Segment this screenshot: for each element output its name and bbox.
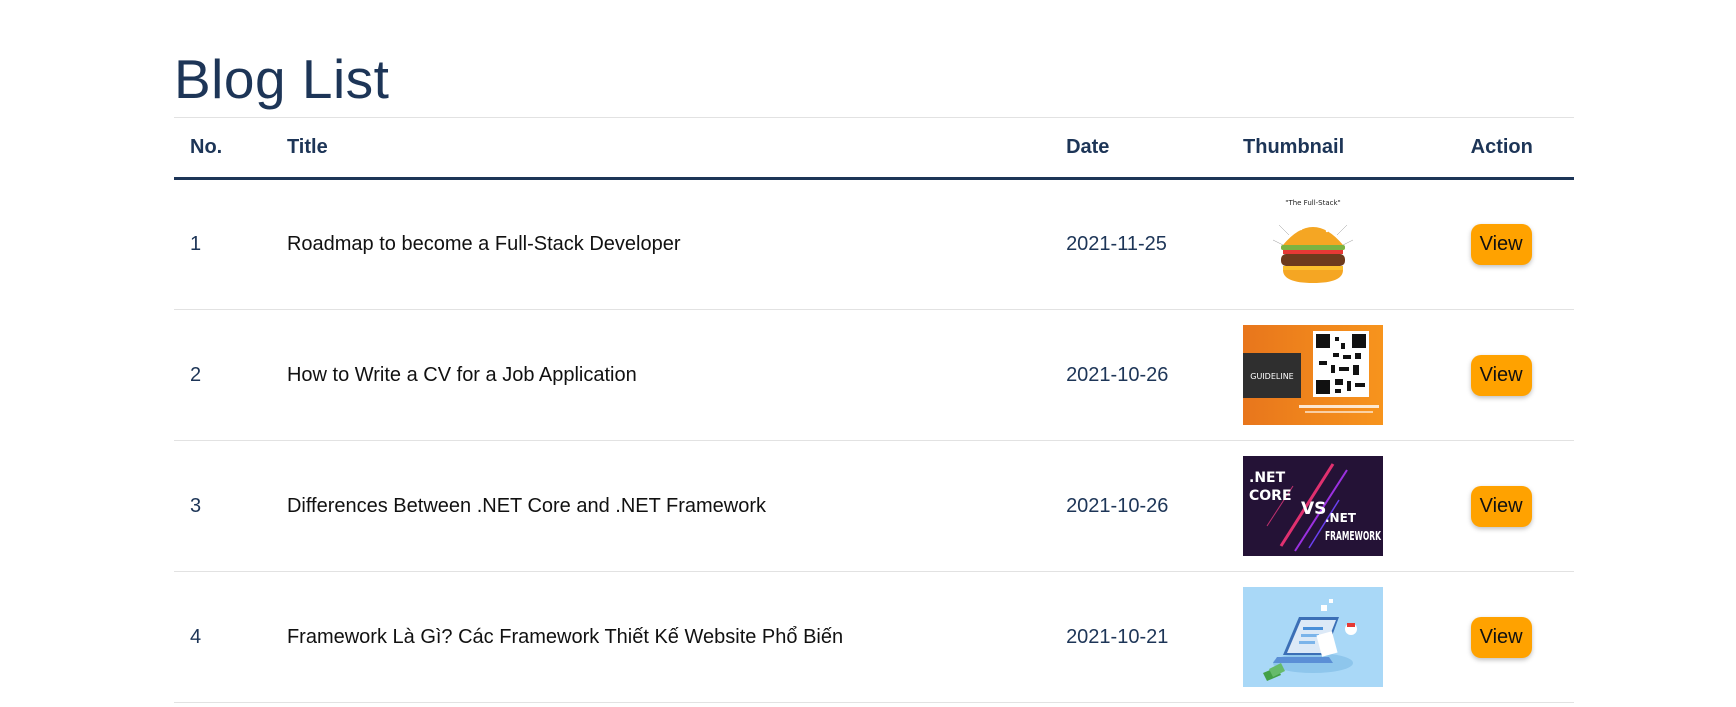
page-title: Blog List	[174, 48, 390, 110]
table-row: 4 Framework Là Gì? Các Framework Thiết K…	[174, 572, 1574, 703]
row-thumbnail-cell: GUIDELINE	[1243, 310, 1471, 441]
row-number: 2	[190, 363, 202, 386]
header-thumbnail: Thumbnail	[1243, 136, 1345, 158]
table-body: 1 Roadmap to become a Full-Stack Develop…	[174, 179, 1574, 703]
row-title: Framework Là Gì? Các Framework Thiết Kế …	[286, 625, 844, 648]
view-button[interactable]: View	[1470, 616, 1532, 658]
row-title: Differences Between .NET Core and .NET F…	[286, 494, 767, 517]
thumbnail-line4: FRAMEWORK	[1325, 529, 1381, 543]
row-action-cell: View	[1470, 310, 1574, 441]
table-row: 3 Differences Between .NET Core and .NET…	[174, 441, 1574, 572]
thumbnail-label: GUIDELINE	[1250, 372, 1293, 381]
thumbnail-laptop-illustration	[1243, 587, 1384, 687]
table-row: 1 Roadmap to become a Full-Stack Develop…	[174, 179, 1574, 310]
row-date: 2021-10-26	[1066, 363, 1169, 386]
header-no: No.	[190, 136, 223, 158]
thumbnail-caption: "The Full-Stack"	[1285, 199, 1341, 207]
row-thumbnail-cell: "The Full-Stack"	[1243, 179, 1471, 310]
thumbnail-line1: .NET	[1249, 470, 1286, 486]
thumbnail-burger-image: "The Full-Stack"	[1243, 194, 1384, 295]
thumbnail-vs: VS	[1301, 499, 1326, 519]
blog-table: No. Title Date Thumbnail Action 1 Roadma…	[174, 117, 1574, 703]
thumbnail-line2: CORE	[1249, 488, 1292, 504]
row-number: 4	[190, 625, 202, 648]
row-thumbnail-cell: .NET CORE VS .NET FRAMEWORK	[1243, 441, 1471, 572]
row-number: 1	[190, 233, 202, 255]
header-action: Action	[1470, 136, 1533, 158]
table-header: No. Title Date Thumbnail Action	[174, 117, 1574, 179]
view-button[interactable]: View	[1470, 354, 1532, 396]
thumbnail-cv-guideline-image: GUIDELINE	[1243, 325, 1384, 425]
row-title: How to Write a CV for a Job Application	[286, 363, 637, 386]
header-date: Date	[1066, 136, 1110, 158]
table-header-row: No. Title Date Thumbnail Action	[174, 117, 1574, 179]
view-button[interactable]: View	[1470, 485, 1532, 527]
row-number: 3	[190, 494, 202, 517]
row-date: 2021-11-25	[1066, 233, 1167, 255]
row-action-cell: View	[1470, 441, 1574, 572]
thumbnail-dotnet-image: .NET CORE VS .NET FRAMEWORK	[1243, 456, 1384, 556]
row-action-cell: View	[1470, 179, 1574, 310]
table-row: 2 How to Write a CV for a Job Applicatio…	[174, 310, 1574, 441]
row-title: Roadmap to become a Full-Stack Developer	[286, 233, 681, 255]
row-thumbnail-cell	[1243, 572, 1471, 703]
thumbnail-line3: .NET	[1325, 511, 1357, 525]
header-title: Title	[286, 136, 328, 158]
view-button[interactable]: View	[1470, 224, 1532, 265]
row-date: 2021-10-21	[1066, 625, 1169, 648]
row-date: 2021-10-26	[1066, 494, 1169, 517]
row-action-cell: View	[1470, 572, 1574, 703]
